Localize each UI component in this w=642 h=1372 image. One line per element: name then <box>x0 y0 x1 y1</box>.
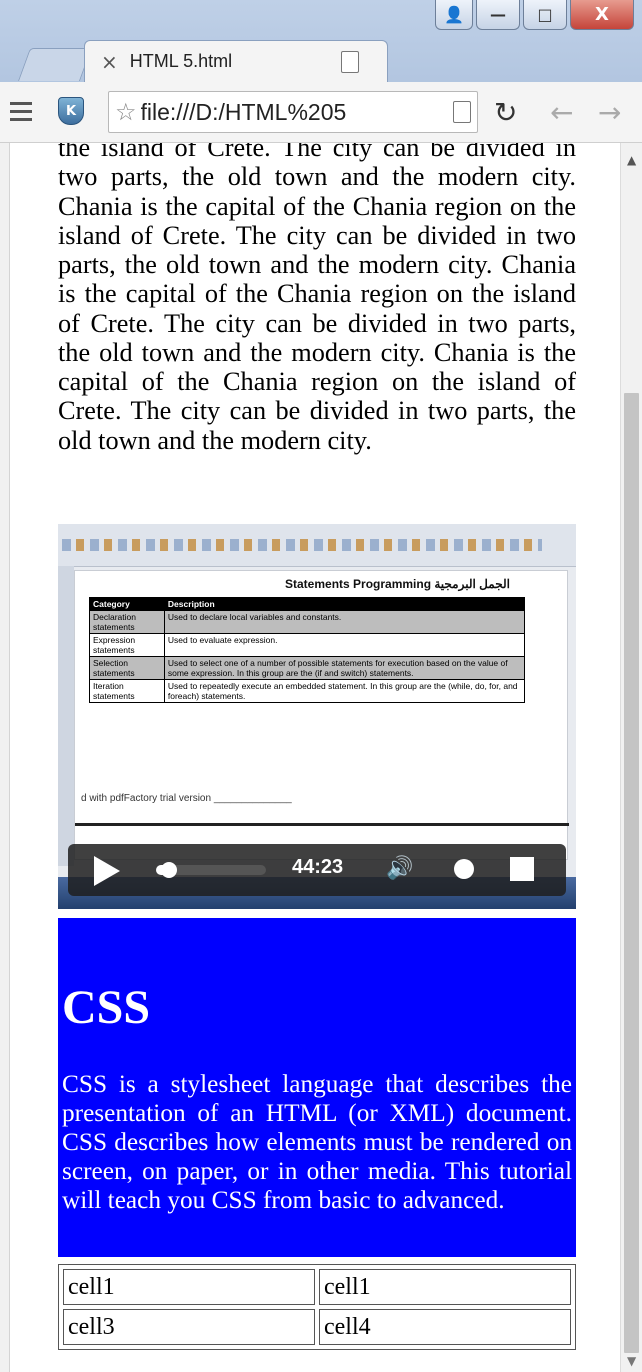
scroll-down-arrow-icon[interactable]: ▼ <box>627 1354 636 1368</box>
url-text[interactable]: file:///D:/HTML%205 <box>141 99 447 126</box>
cell-table: cell1 cell1 cell3 cell4 <box>58 1264 576 1350</box>
table-cell: Used to declare local variables and cons… <box>163 610 526 634</box>
video-frame-menubar <box>58 524 576 567</box>
css-description: CSS is a stylesheet language that descri… <box>62 1070 572 1215</box>
seek-handle[interactable] <box>161 862 178 878</box>
css-section: CSS CSS is a stylesheet language that de… <box>58 918 576 1257</box>
tab-title: HTML 5.html <box>129 51 233 71</box>
table-row: Iteration statements Used to repeatedly … <box>89 679 526 703</box>
table-cell: Expression statements <box>89 633 165 657</box>
seek-bar[interactable] <box>156 862 266 878</box>
table-cell: cell4 <box>319 1309 571 1345</box>
video-player[interactable]: Statements Programming الجمل البرمجية Ca… <box>58 524 576 909</box>
extension-shield-icon[interactable]: K <box>58 97 84 125</box>
table-cell: Used to repeatedly execute an embedded s… <box>163 679 526 703</box>
video-frame-footer: d with pdfFactory trial version ________… <box>81 793 292 804</box>
video-frame-divider <box>75 823 569 826</box>
video-frame-header: Category <box>89 597 165 611</box>
table-row: Selection statements Used to select one … <box>89 656 526 680</box>
tab-close-icon[interactable]: × <box>101 50 118 74</box>
table-row: cell3 cell4 <box>63 1309 571 1345</box>
volume-slider-handle[interactable] <box>454 859 474 879</box>
scrollbar-thumb[interactable] <box>624 393 639 1353</box>
vertical-scrollbar[interactable]: ▲ ▼ <box>620 143 642 1372</box>
toolbar: K ☆ file:///D:/HTML%205 ↻ ← → <box>0 82 642 143</box>
video-frame-title: Statements Programming الجمل البرمجية <box>285 577 510 591</box>
video-frame-sidebar <box>58 566 74 866</box>
window-left-border <box>0 143 10 1372</box>
volume-icon[interactable]: 🔊 <box>386 856 413 881</box>
address-bar[interactable]: ☆ file:///D:/HTML%205 <box>108 91 478 133</box>
fullscreen-icon[interactable] <box>510 857 534 881</box>
page-icon <box>453 101 471 123</box>
table-cell: Iteration statements <box>89 679 165 703</box>
bookmark-star-icon[interactable]: ☆ <box>115 98 137 126</box>
table-row: Declaration statements Used to declare l… <box>89 610 526 634</box>
video-controls: 44:23 🔊 <box>68 844 566 896</box>
page-viewport: the island of Crete. The city can be div… <box>0 143 642 1372</box>
table-cell: cell3 <box>63 1309 315 1345</box>
play-icon[interactable] <box>94 856 120 886</box>
video-frame-document: Statements Programming الجمل البرمجية Ca… <box>74 570 569 860</box>
table-row: Expression statements Used to evaluate e… <box>89 633 526 657</box>
user-icon: 👤 <box>444 5 464 24</box>
menu-icon[interactable] <box>10 102 32 122</box>
table-cell: Used to select one of a number of possib… <box>163 656 526 680</box>
browser-chrome: 👤 — □ X × HTML 5.html K ☆ file:///D:/HTM… <box>0 0 642 143</box>
table-row: cell1 cell1 <box>63 1269 571 1305</box>
table-cell: cell1 <box>63 1269 315 1305</box>
forward-icon[interactable]: → <box>598 96 621 129</box>
video-frame-table: Category Description Declaration stateme… <box>89 597 526 703</box>
reload-icon[interactable]: ↻ <box>494 96 517 129</box>
page-icon <box>341 51 359 73</box>
tab-strip: × HTML 5.html <box>0 26 642 82</box>
table-cell: Used to evaluate expression. <box>163 633 526 657</box>
back-icon[interactable]: ← <box>550 96 573 129</box>
scroll-up-arrow-icon[interactable]: ▲ <box>627 153 636 167</box>
video-time: 44:23 <box>292 856 344 878</box>
chania-paragraph: the island of Crete. The city can be div… <box>58 143 576 455</box>
table-cell: cell1 <box>319 1269 571 1305</box>
table-cell: Selection statements <box>89 656 165 680</box>
css-heading: CSS <box>62 981 151 1034</box>
table-cell: Declaration statements <box>89 610 165 634</box>
new-tab-button[interactable] <box>17 48 93 81</box>
tab-html5[interactable]: × HTML 5.html <box>84 40 388 82</box>
video-frame-header: Description <box>163 597 526 611</box>
